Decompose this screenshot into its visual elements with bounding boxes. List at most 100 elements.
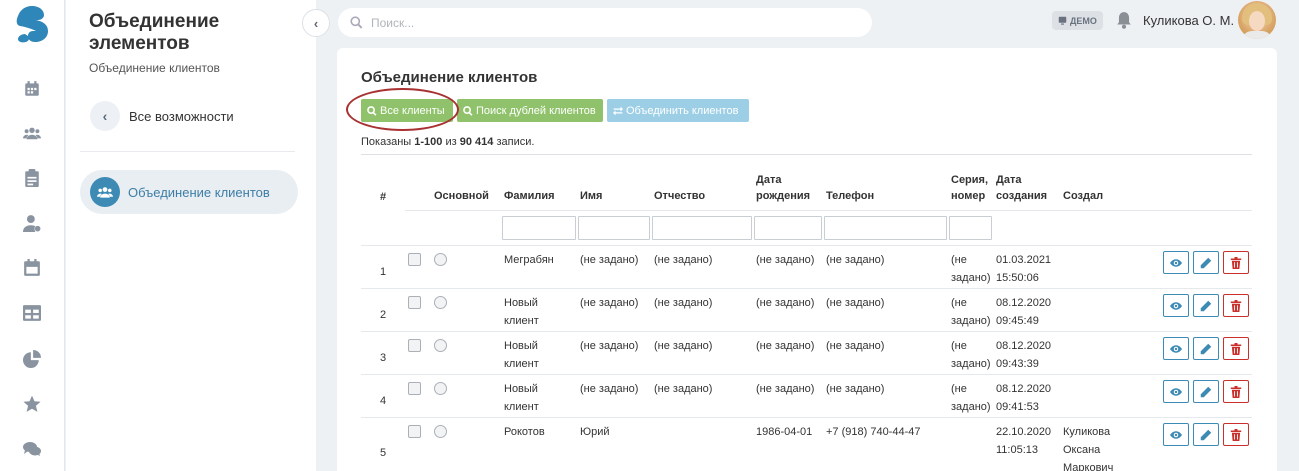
pie-chart-icon[interactable] [21, 348, 43, 370]
row-checkbox[interactable] [408, 339, 421, 352]
column-header-author[interactable]: Создал [1060, 155, 1130, 211]
cell-lastname: Меграбян [504, 254, 554, 266]
cell-firstname: (не задано) [580, 383, 639, 395]
cell-author [1060, 375, 1130, 418]
trash-icon [1230, 299, 1242, 312]
view-button[interactable] [1163, 251, 1189, 274]
column-header-series[interactable]: Серия, номер [948, 155, 993, 211]
phone-filter-input[interactable] [824, 216, 947, 240]
edit-button[interactable] [1193, 423, 1219, 446]
back-link-label: Все возможности [129, 108, 234, 124]
cell-author [1060, 246, 1130, 289]
find-duplicates-button[interactable]: Поиск дублей клиентов [457, 99, 603, 122]
edit-button[interactable] [1193, 294, 1219, 317]
avatar[interactable] [1238, 1, 1276, 39]
sidebar-title: Объединение элементов [89, 11, 220, 54]
search-icon [367, 105, 377, 116]
sidebar-item-merge-clients[interactable]: Объединение клиентов [80, 170, 298, 214]
user-settings-icon[interactable] [21, 212, 43, 234]
cell-series [948, 418, 993, 471]
page-title: Объединение клиентов [361, 69, 538, 86]
delete-button[interactable] [1223, 251, 1249, 274]
cell-birthdate: (не задано) [756, 297, 815, 309]
eye-icon [1170, 258, 1182, 267]
search-box[interactable] [338, 8, 872, 37]
cell-phone: (не задано) [826, 254, 885, 266]
column-header-main[interactable]: Основной [431, 155, 501, 211]
app-logo[interactable] [14, 4, 50, 44]
patronymic-filter-input[interactable] [652, 216, 752, 240]
eye-icon [1170, 344, 1182, 353]
cell-created: 08.12.2020 09:41:53 [996, 383, 1052, 413]
pencil-icon [1200, 429, 1212, 440]
row-checkbox[interactable] [408, 382, 421, 395]
column-header-created[interactable]: Дата создания [993, 155, 1060, 211]
birthdate-filter-input[interactable] [754, 216, 822, 240]
user-name[interactable]: Куликова О. М. [1143, 13, 1234, 28]
row-checkbox[interactable] [408, 296, 421, 309]
row-checkbox[interactable] [408, 425, 421, 438]
table-row: 2 Новый клиент (не задано) (не задано) (… [361, 288, 1252, 332]
demo-badge-label: ДЕМО [1070, 15, 1097, 26]
calendar-icon[interactable] [21, 78, 43, 100]
view-button[interactable] [1163, 337, 1189, 360]
row-number: 4 [379, 395, 387, 407]
cell-firstname: (не задано) [580, 340, 639, 352]
cell-phone: (не задано) [826, 340, 885, 352]
all-clients-button[interactable]: Все клиенты [361, 99, 453, 122]
column-header-firstname[interactable]: Имя [577, 155, 651, 211]
search-icon [350, 16, 363, 29]
all-clients-label: Все клиенты [380, 104, 445, 117]
cell-series: (не задано) [951, 340, 991, 370]
users-icon[interactable] [21, 122, 43, 144]
sidebar-divider [80, 151, 295, 152]
search-input[interactable] [371, 15, 851, 30]
delete-button[interactable] [1223, 423, 1249, 446]
chat-icon[interactable] [21, 438, 43, 460]
view-button[interactable] [1163, 294, 1189, 317]
main-radio[interactable] [434, 339, 447, 352]
edit-button[interactable] [1193, 337, 1219, 360]
records-summary: Показаны 1-100 из 90 414 записи. [361, 136, 535, 148]
column-header-lastname[interactable]: Фамилия [501, 155, 577, 211]
calendar-alt-icon[interactable] [21, 257, 43, 279]
lastname-filter-input[interactable] [502, 216, 576, 240]
column-header-patronymic[interactable]: Отчество [651, 155, 753, 211]
edit-button[interactable] [1193, 251, 1219, 274]
cell-phone: +7 (918) 740-44-47 [826, 426, 921, 438]
column-header-birthdate[interactable]: Дата рождения [753, 155, 823, 211]
cell-patronymic: (не задано) [654, 383, 713, 395]
column-header-phone[interactable]: Телефон [823, 155, 948, 211]
view-button[interactable] [1163, 380, 1189, 403]
main-radio[interactable] [434, 425, 447, 438]
delete-button[interactable] [1223, 294, 1249, 317]
bell-icon[interactable] [1115, 11, 1133, 29]
star-icon[interactable] [21, 393, 43, 415]
collapse-sidebar-button[interactable]: ‹ [302, 9, 330, 37]
edit-button[interactable] [1193, 380, 1219, 403]
row-checkbox[interactable] [408, 253, 421, 266]
row-number: 5 [379, 446, 387, 459]
pencil-icon [1200, 343, 1212, 354]
cell-patronymic: (не задано) [654, 340, 713, 352]
search-icon [463, 105, 473, 116]
view-button[interactable] [1163, 423, 1189, 446]
column-header-num[interactable]: # [361, 155, 405, 211]
find-duplicates-label: Поиск дублей клиентов [476, 104, 596, 117]
back-to-all-features-link[interactable]: ‹ Все возможности [90, 101, 234, 131]
firstname-filter-input[interactable] [578, 216, 650, 240]
series-filter-input[interactable] [949, 216, 992, 240]
main-radio[interactable] [434, 253, 447, 266]
exchange-icon [613, 106, 623, 115]
delete-button[interactable] [1223, 337, 1249, 360]
table-icon[interactable] [21, 302, 43, 324]
filter-row [361, 210, 1252, 246]
cell-author: Куликова Оксана Маркович [1063, 426, 1114, 471]
trash-icon [1230, 342, 1242, 355]
main-radio[interactable] [434, 296, 447, 309]
delete-button[interactable] [1223, 380, 1249, 403]
cell-created: 08.12.2020 09:45:49 [996, 297, 1052, 327]
merge-clients-button[interactable]: Объединить клиентов [607, 99, 749, 122]
main-radio[interactable] [434, 382, 447, 395]
clipboard-icon[interactable] [21, 167, 43, 189]
